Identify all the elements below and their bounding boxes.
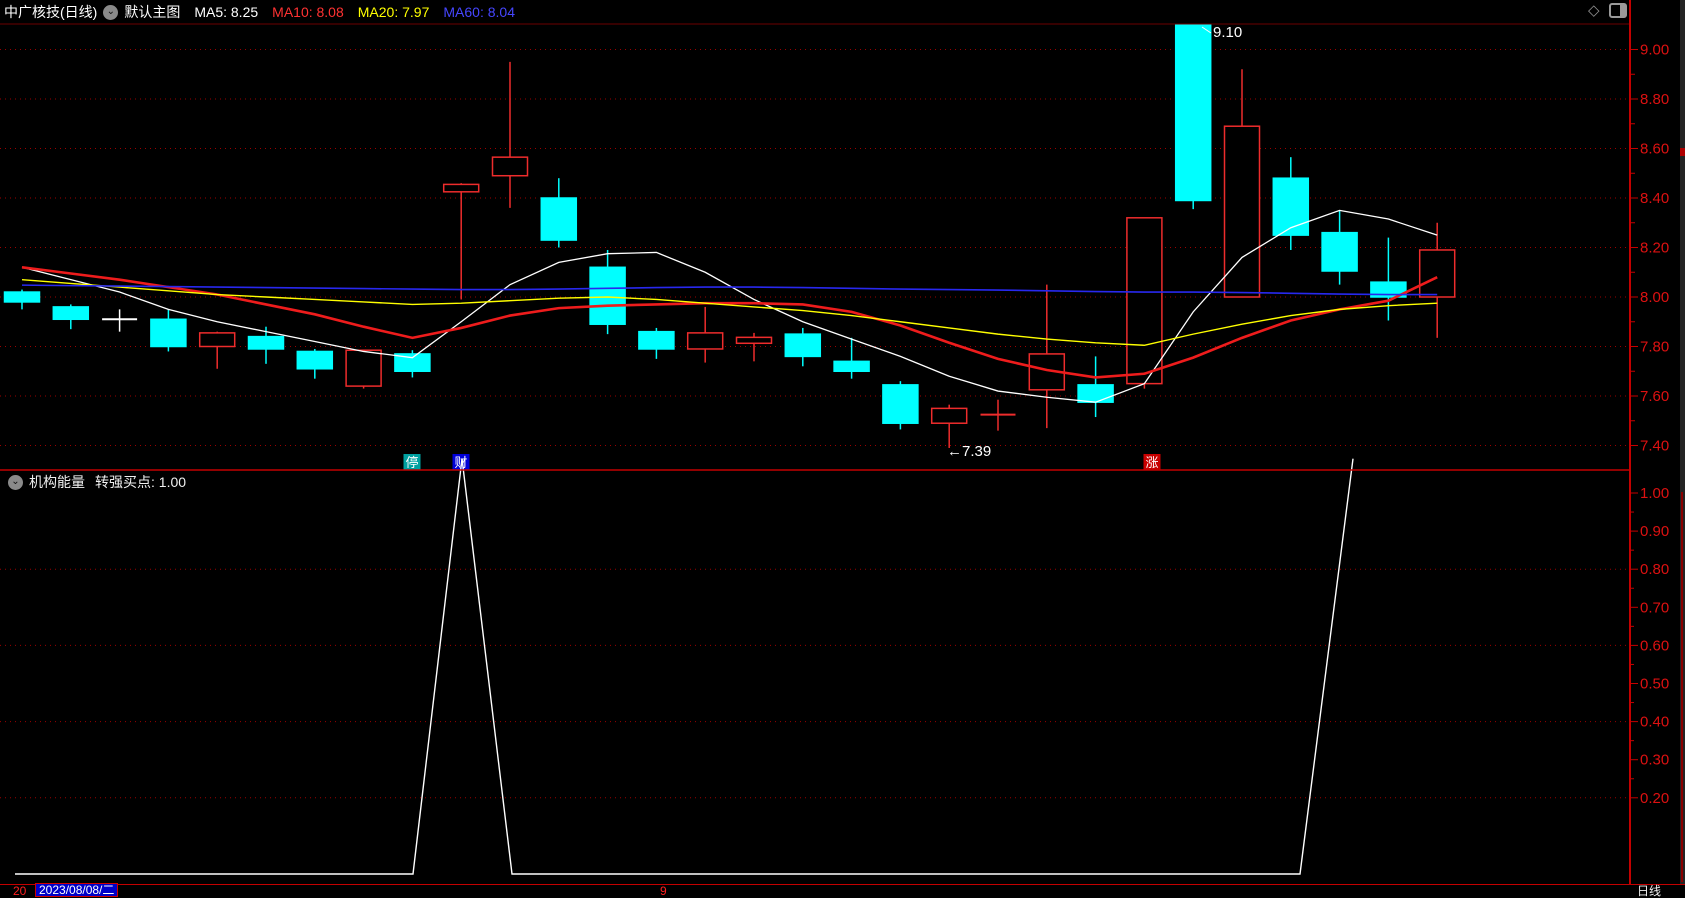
svg-text:8.20: 8.20	[1640, 240, 1669, 257]
edge-scroll-rail[interactable]	[1681, 492, 1683, 882]
indicator-gridlines	[0, 568, 1630, 799]
candle-body	[1418, 249, 1456, 298]
candle-body	[296, 350, 334, 370]
diamond-icon[interactable]: ◇	[1588, 3, 1600, 18]
svg-text:0.50: 0.50	[1640, 676, 1669, 693]
indicator-axis: 1.00 0.90 0.80 0.70 0.60 0.50 0.40 0.30 0.20	[1630, 485, 1669, 807]
price-axis: 9.00 8.80 8.60 8.40 8.20 8.00 7.80 7.60 7.40	[1630, 42, 1669, 455]
candle-body	[442, 183, 480, 193]
event-badge-zhang: 涨	[1143, 454, 1161, 470]
svg-text:9.00: 9.00	[1640, 42, 1669, 59]
candle-body	[345, 349, 382, 387]
candle-body	[1174, 24, 1212, 202]
chevron-down-circle-icon[interactable]: ⌄	[103, 4, 119, 20]
candle-body	[638, 330, 675, 350]
edge-marker	[1680, 148, 1685, 156]
main-chart-header: 中广核技(日线) ⌄ 默认主图 MA5: 8.25 MA10: 8.08 MA2…	[0, 0, 1630, 24]
svg-text:0.20: 0.20	[1640, 790, 1669, 807]
svg-text:0.80: 0.80	[1640, 561, 1669, 578]
candle-body	[540, 197, 578, 241]
period-label[interactable]: 日线	[1637, 885, 1661, 897]
candle-body	[52, 306, 90, 321]
price-annotation: ←7.39	[947, 443, 991, 460]
stock-chart-canvas[interactable]: 停财涨9.10←7.399.008.808.608.408.208.007.80…	[0, 0, 1685, 884]
window-edge-strip	[1680, 0, 1685, 897]
svg-text:7.40: 7.40	[1640, 438, 1669, 455]
svg-text:8.80: 8.80	[1640, 91, 1669, 108]
candle-body	[1272, 177, 1310, 236]
svg-text:0.40: 0.40	[1640, 714, 1669, 731]
svg-text:0.60: 0.60	[1640, 637, 1669, 654]
candle-body	[589, 266, 626, 325]
candle-body	[1126, 217, 1163, 385]
candle-body	[198, 332, 236, 348]
candles-layer	[3, 24, 1456, 448]
indicator-name-label: 机构能量	[29, 474, 85, 490]
candle-body	[491, 156, 529, 177]
ma20-value-label: MA20: 7.97	[357, 4, 430, 20]
date-box[interactable]: 2023/08/08/二	[35, 883, 119, 897]
ma5-value-label: MA5: 8.25	[194, 4, 259, 20]
status-bar: 20 2023/08/08/二 9 日线	[0, 883, 1685, 898]
svg-text:涨: 涨	[1145, 455, 1158, 470]
svg-text:1.00: 1.00	[1640, 485, 1669, 502]
header-toolbar: ◇	[1588, 3, 1627, 18]
chart-style-label: 默认主图	[124, 4, 181, 20]
svg-text:7.60: 7.60	[1640, 388, 1669, 405]
price-gridlines	[0, 49, 1630, 446]
month-axis-label: 9	[660, 884, 667, 898]
date-text-partial: 20	[13, 884, 27, 898]
candle-body	[150, 318, 187, 348]
svg-text:7.80: 7.80	[1640, 339, 1669, 356]
event-badge-ting: 停	[403, 454, 421, 470]
svg-text:0.70: 0.70	[1640, 599, 1669, 616]
split-panel-icon[interactable]	[1608, 3, 1627, 18]
candle-body	[882, 384, 919, 424]
ma10-value-label: MA10: 8.08	[272, 4, 344, 20]
indicator-line	[15, 458, 1354, 875]
candle-body	[735, 336, 773, 345]
indicator-value-label: 转强买点: 1.00	[95, 474, 187, 490]
candle-body	[784, 333, 822, 358]
candle-body	[930, 407, 968, 424]
candle-body	[1321, 231, 1358, 272]
svg-text:8.40: 8.40	[1640, 190, 1669, 207]
candle-body	[3, 291, 41, 303]
candle-body	[1077, 384, 1114, 403]
candle-body	[247, 335, 285, 350]
tdx-app-window: 停财涨 9.10 ←7.39 9.00 8.80 8.60 8.40 8.20 8.00 7.80…	[0, 0, 1685, 897]
svg-text:0.30: 0.30	[1640, 752, 1669, 769]
svg-text:停: 停	[405, 455, 418, 470]
price-annotation: 9.10	[1213, 24, 1242, 41]
svg-text:0.90: 0.90	[1640, 523, 1669, 540]
candle-body	[686, 332, 724, 350]
ma60-value-label: MA60: 8.04	[443, 4, 515, 20]
chevron-down-circle-icon[interactable]: ⌄	[8, 474, 23, 490]
stock-title: 中广核技(日线)	[4, 4, 98, 20]
svg-text:8.60: 8.60	[1640, 141, 1669, 158]
svg-text:8.00: 8.00	[1640, 289, 1669, 306]
candle-body	[833, 360, 870, 373]
indicator-header: ⌄ 机构能量 转强买点: 1.00	[0, 473, 186, 491]
